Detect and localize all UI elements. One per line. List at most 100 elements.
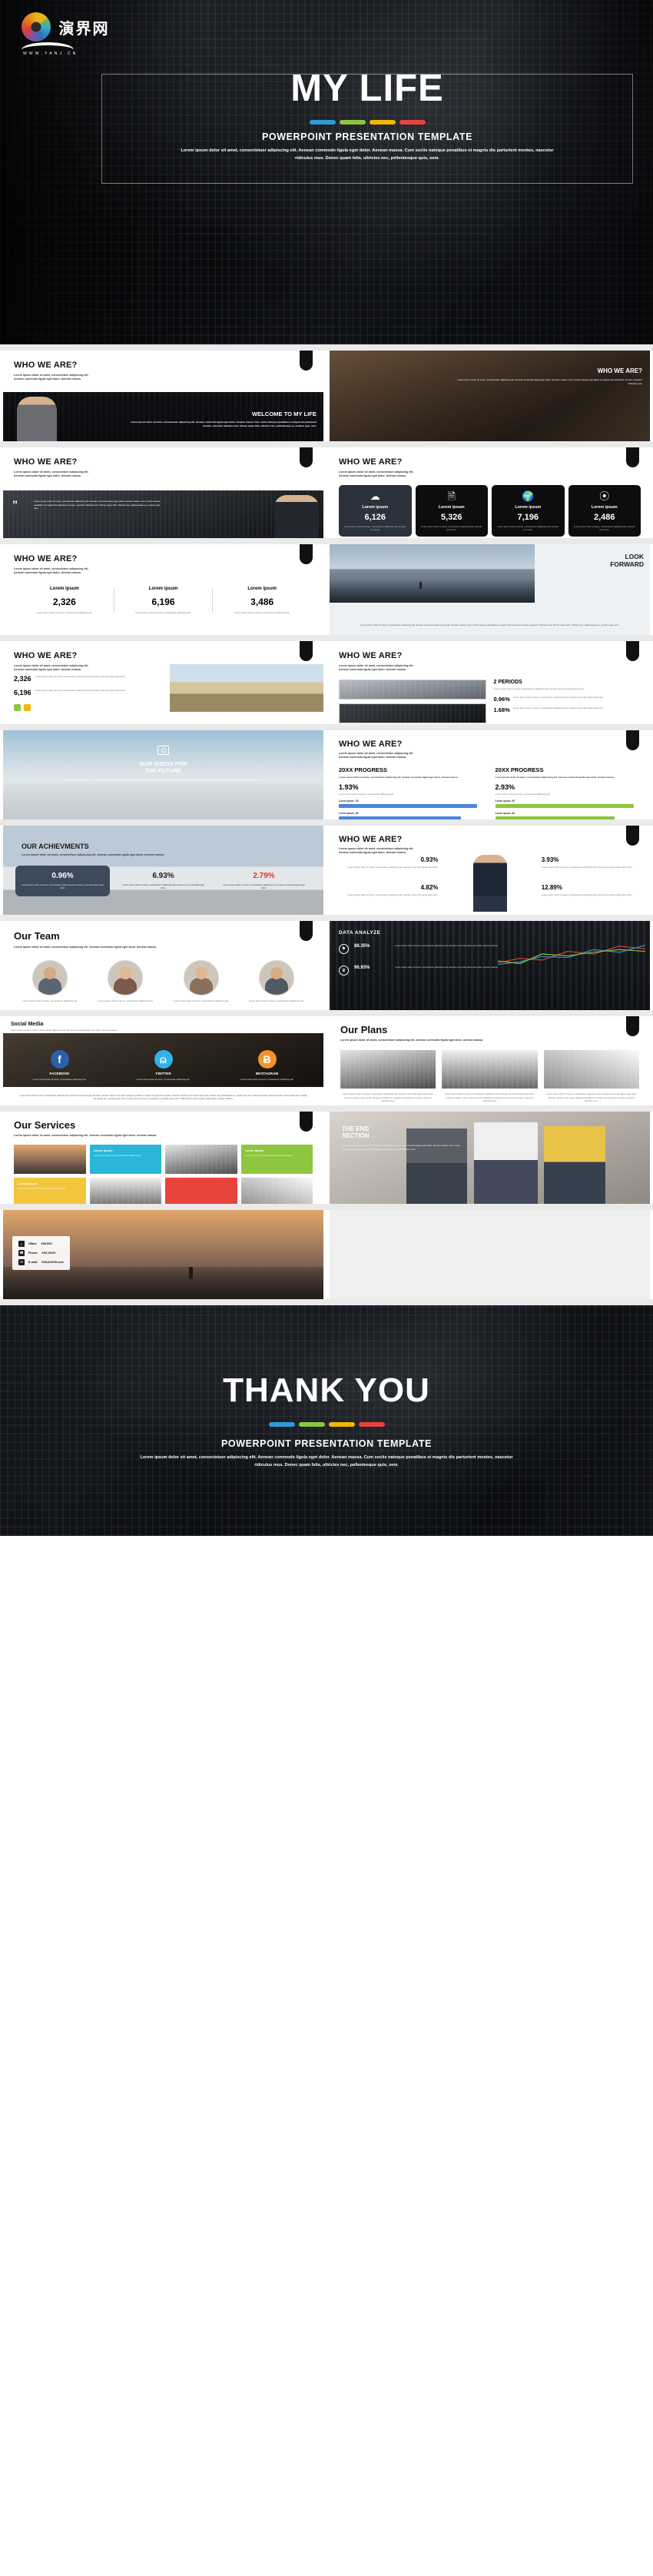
card-label: Lorem ipsum <box>515 504 542 510</box>
social-channel[interactable]: ⍝ TWITTER Lorem ipsum dolor sit amet, co… <box>114 1050 212 1081</box>
achievement-desc: Lorem ipsum dolor sit amet, consectetuer… <box>223 883 305 890</box>
card-value: 5,326 <box>440 512 462 522</box>
plan-card[interactable]: Lorem ipsum dolor sit amet, consectetuer… <box>543 1050 639 1102</box>
progress-note: Lorem ipsum dolor sit amet, consectetuer… <box>339 793 394 796</box>
social-desc: Lorem ipsum dolor sit amet, consectetuer… <box>136 1078 191 1081</box>
contact-row[interactable]: ⌂ Office: XXXXXX <box>18 1241 64 1247</box>
periods-heading: WHO WE ARE? <box>339 651 403 660</box>
plan-desc: Lorem ipsum dolor sit amet, consectetuer… <box>444 1092 535 1103</box>
slide-quote: WHO WE ARE? Lorem ipsum dolor sit amet, … <box>3 447 323 538</box>
cards-grid: ☁ Lorem ipsum 6,126 Lorem ipsum dolor si… <box>330 479 650 537</box>
team-member[interactable]: Lorem ipsum dolor sit amet, consectetuer… <box>167 960 236 1002</box>
service-photo[interactable] <box>240 1178 313 1204</box>
thankyou-title: THANK YOU <box>223 1371 430 1410</box>
service-tile[interactable]: Lorem ipsum Lorem ipsum dolor sit amet, … <box>89 1145 161 1175</box>
slide-tab-notch <box>300 544 313 564</box>
card-desc: Lorem ipsum dolor sit amet, consectetuer… <box>344 524 406 531</box>
stat-card[interactable]: 🌍 Lorem ipsum 7,196 Lorem ipsum dolor si… <box>492 484 565 537</box>
person-photo <box>17 397 57 441</box>
thankyou-subtitle: POWERPOINT PRESENTATION TEMPLATE <box>220 1438 433 1450</box>
slide-blank <box>330 1210 650 1299</box>
quote-mark-icon: ” <box>12 498 18 510</box>
plan-desc: Lorem ipsum dolor sit amet, consectetuer… <box>343 1092 434 1103</box>
avatar <box>108 960 144 996</box>
period-item: 0.96% Lorem ipsum dolor sit amet, consec… <box>494 696 641 703</box>
quote-photo: ” Lorem ipsum dolor sit amet, consectetu… <box>3 490 323 538</box>
team-member[interactable]: Lorem ipsum dolor sit amet, consectetuer… <box>15 960 85 1002</box>
quad-value: 12.89% <box>541 884 562 891</box>
cloud-download-icon: ☁ <box>370 490 380 502</box>
tile-label: Lorem ipsum <box>18 1182 38 1186</box>
slide-achievements: OUR ACHIEVMENTS Lorem ipsum dolor sit am… <box>3 826 323 915</box>
slide-vision: OUR VISION FOR THE FUTURE Lorem ipsum do… <box>3 730 323 819</box>
team-member[interactable]: Lorem ipsum dolor sit amet, consectetuer… <box>91 960 160 1002</box>
vision-title-2: THE FUTURE <box>144 767 182 774</box>
compass-icon: ⦿ <box>599 490 610 502</box>
plan-card[interactable]: Lorem ipsum dolor sit amet, consectetuer… <box>340 1050 436 1102</box>
quad-desc: Lorem ipsum dolor sit amet, consectetuer… <box>347 866 439 869</box>
plan-card[interactable]: Lorem ipsum dolor sit amet, consectetuer… <box>442 1050 538 1103</box>
quad-value: 0.93% <box>420 856 439 863</box>
social-channel[interactable]: Ƀ BESTAGRAM Lorem ipsum dolor sit amet, … <box>218 1050 316 1081</box>
bar-fill <box>339 816 462 819</box>
slide-three-stats: WHO WE ARE? Lorem ipsum dolor sit amet, … <box>3 544 323 635</box>
progress-percent: 1.93% <box>339 783 359 792</box>
cover-frame: MY LIFE POWERPOINT PRESENTATION TEMPLATE… <box>101 70 633 184</box>
team-member[interactable]: Lorem ipsum dolor sit amet, consectetuer… <box>242 960 311 1002</box>
contact-row[interactable]: ☎ Phone: XXX-XXXX <box>18 1250 64 1256</box>
tile-label: Lorem ipsum <box>244 1148 264 1153</box>
service-photo[interactable] <box>165 1145 237 1175</box>
stats-subtext: Lorem ipsum dolor sit amet, consectetuer… <box>14 567 89 575</box>
cover-subtitle: POWERPOINT PRESENTATION TEMPLATE <box>261 131 473 142</box>
achievement-item[interactable]: 2.79% Lorem ipsum dolor sit amet, consec… <box>217 866 311 896</box>
progress-percent: 2.93% <box>495 783 515 792</box>
stat-card[interactable]: 🗎 Lorem ipsum 5,326 Lorem ipsum dolor si… <box>415 484 488 537</box>
cards-subtext: Lorem ipsum dolor sit amet, consectetuer… <box>339 470 414 478</box>
contact-row[interactable]: ✉ E-mail: XXX@XXXX.com <box>18 1259 64 1265</box>
stat-label: Lorem ipsum <box>148 586 178 591</box>
num-desc: Lorem ipsum dolor sit amet, consectetuer… <box>35 689 126 692</box>
contact-value: XXX-XXXX <box>41 1251 56 1255</box>
stat-card[interactable]: ⦿ Lorem ipsum 2,486 Lorem ipsum dolor si… <box>568 484 641 537</box>
service-tile[interactable]: Lorem ipsum Lorem ipsum dolor sit amet, … <box>14 1178 86 1204</box>
slide-quad: WHO WE ARE? Lorem ipsum dolor sit amet, … <box>330 826 650 915</box>
card-label: Lorem ipsum <box>438 504 465 510</box>
plan-photo <box>442 1050 538 1089</box>
thankyou-slide: THANK YOU POWERPOINT PRESENTATION TEMPLA… <box>0 1305 653 1536</box>
slide-plans: Our Plans Lorem ipsum dolor sit amet, co… <box>330 1016 650 1105</box>
accent-square-yellow <box>24 704 31 711</box>
slide-tab-notch <box>300 641 313 661</box>
stat-item: Lorem ipsum 3,486 Lorem ipsum dolor sit … <box>213 587 311 614</box>
dash-red <box>358 1422 385 1428</box>
progress-sub: Lorem ipsum dolor sit amet, consectetuer… <box>339 775 459 779</box>
achievement-item[interactable]: 0.96% Lorem ipsum dolor sit amet, consec… <box>15 866 110 896</box>
twonums-heading: WHO WE ARE? <box>14 651 78 660</box>
social-channel[interactable]: f FACEBOOK Lorem ipsum dolor sit amet, c… <box>11 1050 108 1081</box>
achievement-value: 2.79% <box>253 872 275 880</box>
service-tile[interactable] <box>165 1178 237 1204</box>
contact-card: ⌂ Office: XXXXXX ☎ Phone: XXX-XXXX ✉ E-m… <box>12 1236 70 1270</box>
vision-body: Lorem ipsum dolor sit amet, consectetuer… <box>63 779 264 782</box>
service-tile[interactable]: Lorem ipsum Lorem ipsum dolor sit amet, … <box>240 1145 313 1175</box>
social-name: FACEBOOK <box>49 1072 70 1075</box>
stat-desc: Lorem ipsum dolor sit amet, consectetuer… <box>135 610 191 614</box>
slide-welcome: WHO WE ARE? Lorem ipsum dolor sit amet, … <box>3 351 323 441</box>
photo-heading: WHO WE ARE? <box>597 367 642 374</box>
achievement-item[interactable]: 6.93% Lorem ipsum dolor sit amet, consec… <box>116 866 210 896</box>
office-icon: ⌂ <box>18 1241 25 1247</box>
slide-subtext: Lorem ipsum dolor sit amet, consectetuer… <box>14 470 89 478</box>
num-value: 2,326 <box>14 675 31 683</box>
stat-card[interactable]: ☁ Lorem ipsum 6,126 Lorem ipsum dolor si… <box>339 484 412 537</box>
accent-square-green <box>14 704 21 711</box>
contact-value: XXX@XXXX.com <box>41 1261 64 1264</box>
num-item: 6,196 Lorem ipsum dolor sit amet, consec… <box>14 689 167 696</box>
cards-heading: WHO WE ARE? <box>339 457 403 467</box>
mountain-photo <box>330 544 535 603</box>
slide-subtext: Lorem ipsum dolor sit amet, consectetuer… <box>14 374 89 381</box>
achievement-value: 6.93% <box>152 872 174 880</box>
service-photo[interactable] <box>89 1178 161 1204</box>
progress-note: Lorem ipsum dolor sit amet, consectetuer… <box>495 793 551 796</box>
team-desc: Lorem ipsum dolor sit amet, consectetuer… <box>22 999 78 1003</box>
welcome-body: Lorem ipsum dolor sit amet, consectetuer… <box>131 420 317 427</box>
service-photo[interactable] <box>14 1145 86 1175</box>
